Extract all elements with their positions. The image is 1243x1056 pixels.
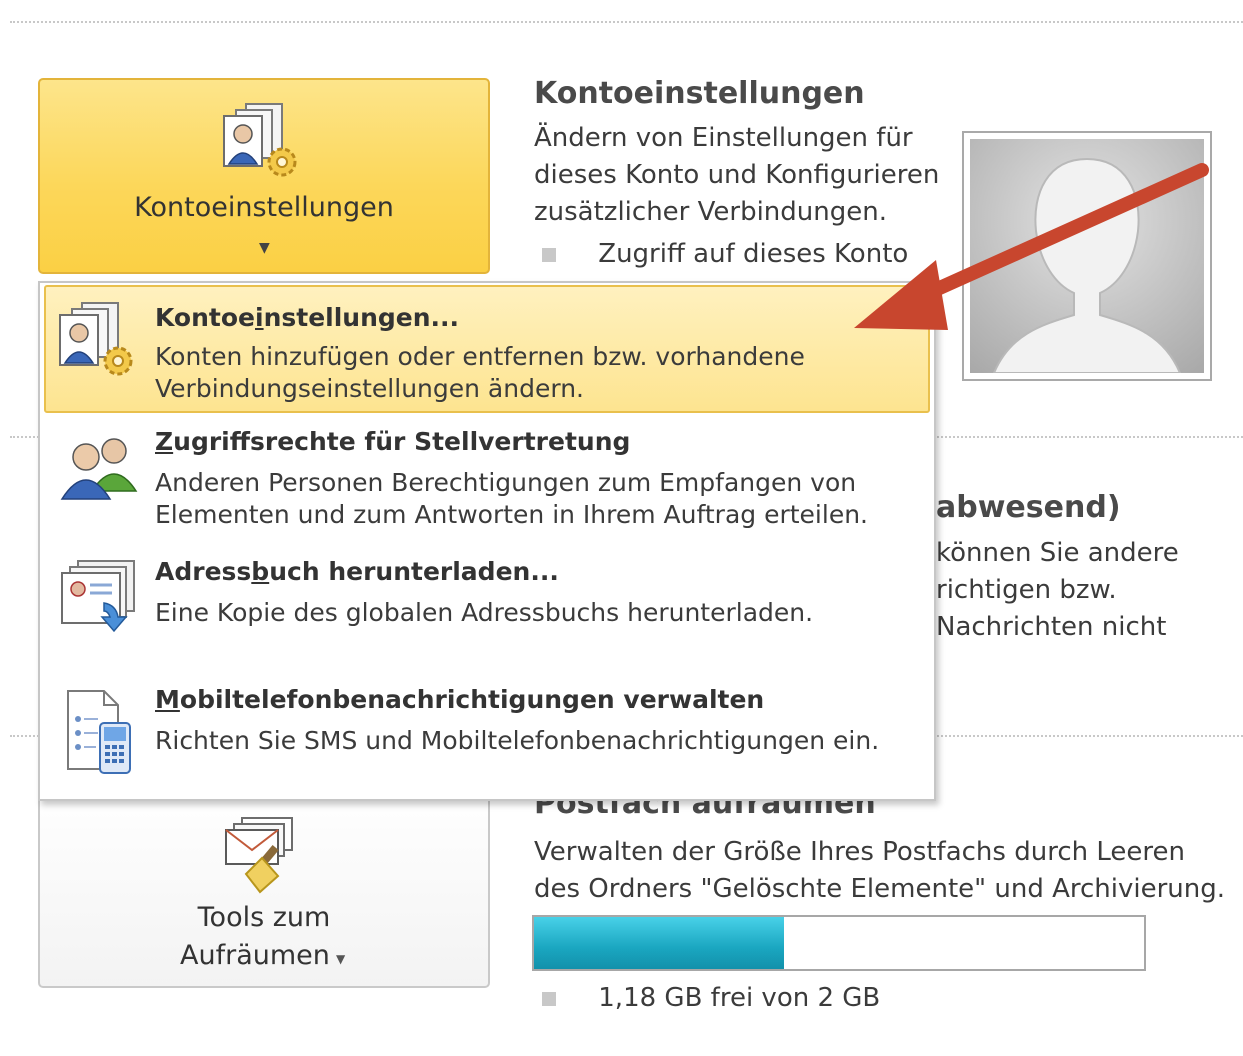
account-settings-icon [59, 302, 133, 376]
mailbox-usage-fill [534, 917, 785, 969]
menu-item-description: Anderen Personen Berechtigungen zum Empf… [155, 468, 868, 529]
automatic-replies-line-1: können Sie andere [936, 538, 1179, 568]
account-settings-menu: Kontoeinstellungen... Konten hinzufügen … [38, 281, 936, 801]
menu-item-title: Zugriffsrechte für Stellvertretung [155, 427, 631, 456]
menu-item-title: Kontoeinstellungen... [155, 303, 460, 332]
menu-item-description: Konten hinzufügen oder entfernen bzw. vo… [155, 342, 805, 403]
cleanup-tools-icon [225, 817, 293, 894]
cleanup-tools-label-line1: Tools zum [197, 902, 331, 933]
mailbox-usage-bullet: 1,18 GB frei von 2 GB [542, 983, 880, 1013]
separator [10, 21, 1243, 23]
menu-item-delegate-access[interactable]: Zugriffsrechte für Stellvertretung Ander… [44, 417, 930, 545]
bullet-square-icon [542, 247, 556, 262]
menu-item-account-settings[interactable]: Kontoeinstellungen... Konten hinzufügen … [44, 285, 930, 413]
chevron-down-icon: ▼ [336, 952, 346, 966]
mailbox-usage-bar [532, 915, 1146, 971]
chevron-down-icon: ▼ [259, 240, 270, 256]
account-settings-icon [223, 103, 297, 177]
address-book-download-icon [61, 560, 135, 633]
section-description-mailbox-cleanup: Verwalten der Größe Ihres Postfachs durc… [534, 837, 1226, 904]
cleanup-tools-label-line2: Aufräumen [180, 940, 330, 971]
menu-item-mobile-notifications[interactable]: Mobiltelefonbenachrichtigungen verwalten… [44, 675, 930, 799]
account-settings-button-label: Kontoeinstellungen [134, 192, 394, 223]
annotation-arrow-icon [854, 163, 1209, 330]
bullet-square-icon [542, 991, 556, 1006]
delegate-users-icon [60, 438, 138, 500]
mobile-notifications-icon [67, 690, 131, 774]
section-title-automatic-replies: abwesend) [936, 490, 1121, 525]
menu-item-description: Eine Kopie des globalen Adressbuchs heru… [155, 598, 814, 627]
account-settings-button[interactable]: Kontoeinstellungen ▼ [38, 78, 490, 274]
cleanup-tools-button[interactable]: Tools zum Aufräumen ▼ [38, 790, 490, 988]
menu-item-description: Richten Sie SMS und Mobiltelefonbenachri… [155, 726, 880, 755]
mailbox-usage-text: 1,18 GB frei von 2 GB [598, 983, 881, 1013]
menu-item-download-address-book[interactable]: Adressbuch herunterladen... Eine Kopie d… [44, 547, 930, 675]
section-title-account-settings: Kontoeinstellungen [534, 76, 865, 111]
automatic-replies-line-3: Nachrichten nicht [936, 612, 1167, 642]
menu-item-title: Adressbuch herunterladen... [155, 557, 559, 586]
menu-item-title: Mobiltelefonbenachrichtigungen verwalten [155, 685, 765, 714]
automatic-replies-line-2: richtigen bzw. [936, 575, 1117, 605]
